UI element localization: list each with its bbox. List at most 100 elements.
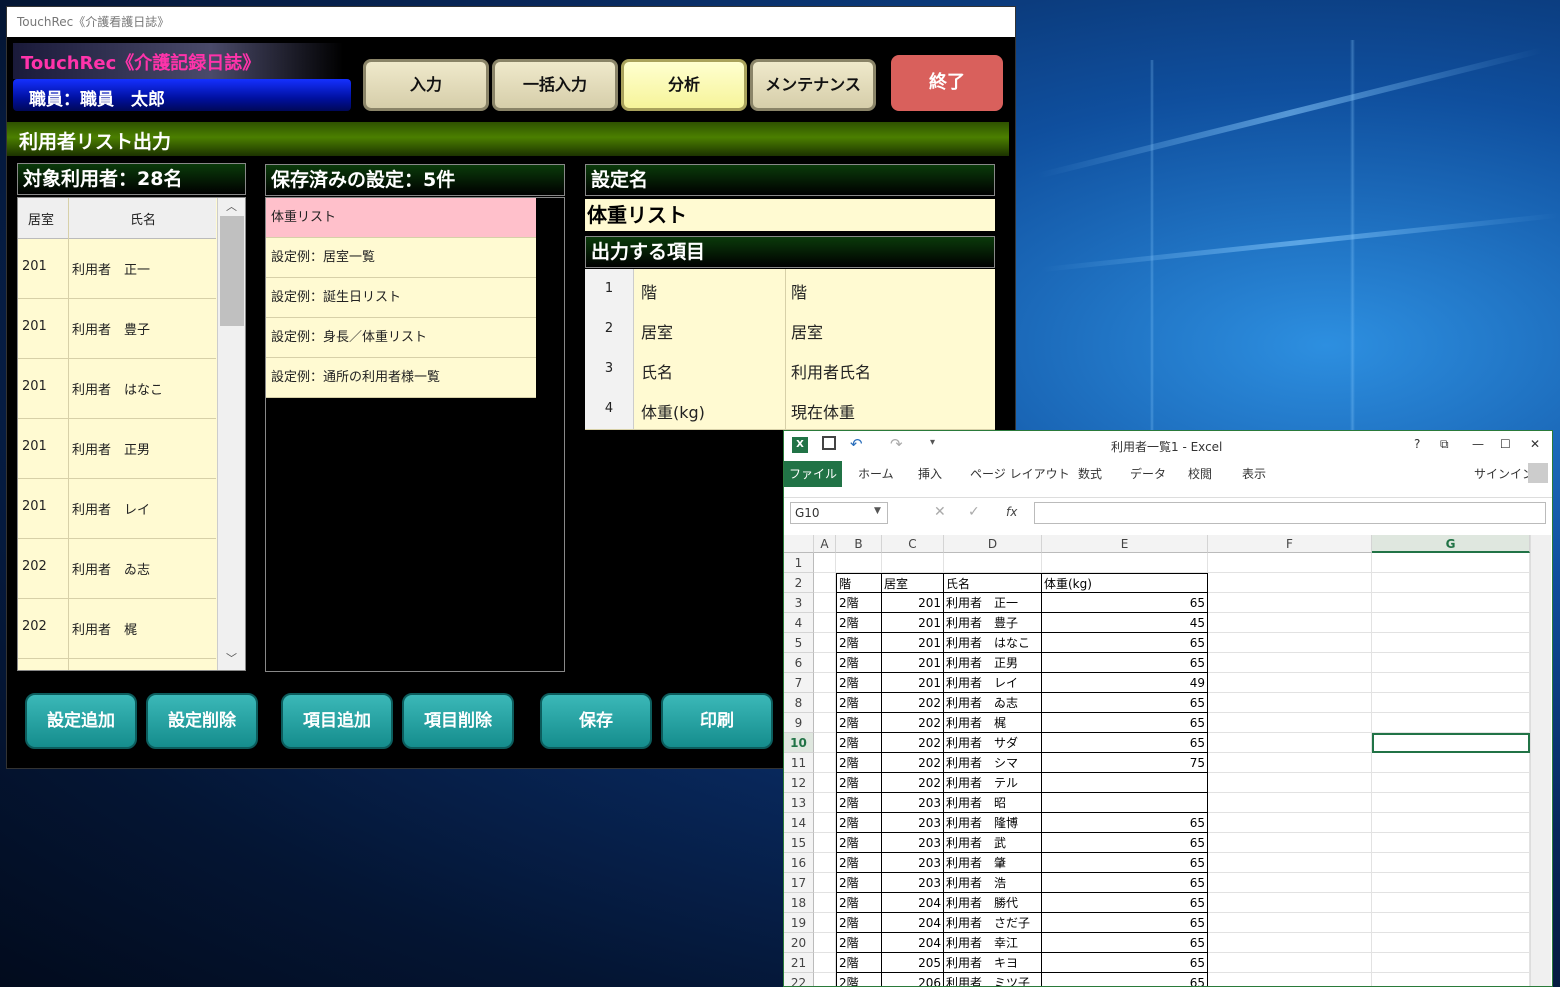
grid-cell[interactable] bbox=[814, 613, 836, 633]
grid-cell[interactable]: 利用者 ミツ子 bbox=[944, 973, 1042, 986]
grid-cell[interactable] bbox=[1372, 913, 1530, 933]
grid-cell[interactable] bbox=[1372, 653, 1530, 673]
grid-cell[interactable]: 2階 bbox=[836, 653, 882, 673]
setting-name-field[interactable]: 体重リスト bbox=[585, 199, 995, 231]
grid-cell[interactable]: 利用者 梶 bbox=[944, 713, 1042, 733]
grid-cell[interactable] bbox=[1208, 673, 1372, 693]
grid-cell[interactable]: 202 bbox=[882, 753, 944, 773]
enter-formula-icon[interactable]: ✓ bbox=[968, 504, 980, 520]
grid-cell[interactable]: 2階 bbox=[836, 893, 882, 913]
delete-item-button[interactable]: 項目削除 bbox=[402, 693, 514, 749]
grid-cell[interactable] bbox=[1372, 633, 1530, 653]
residents-scrollbar[interactable]: ︿ ﹀ bbox=[217, 198, 245, 670]
resident-row[interactable]: 201 利用者 はなこ bbox=[18, 358, 216, 419]
grid-cell[interactable] bbox=[1208, 693, 1372, 713]
grid-cell[interactable] bbox=[1208, 713, 1372, 733]
grid-cell[interactable]: 201 bbox=[882, 633, 944, 653]
customize-qat-icon[interactable]: ▾ bbox=[930, 437, 935, 448]
grid-cell[interactable] bbox=[1042, 553, 1208, 573]
grid-cell[interactable]: 65 bbox=[1042, 633, 1208, 653]
grid-cell[interactable] bbox=[814, 953, 836, 973]
row-header[interactable]: 8 bbox=[784, 693, 814, 713]
insert-function-icon[interactable]: fx bbox=[1006, 505, 1017, 519]
grid-cell[interactable]: 2階 bbox=[836, 633, 882, 653]
saved-setting-item[interactable]: 体重リスト bbox=[266, 198, 536, 238]
grid-cell[interactable] bbox=[1208, 553, 1372, 573]
signin-link[interactable]: サインイン bbox=[1474, 465, 1534, 482]
grid-cell[interactable]: 65 bbox=[1042, 593, 1208, 613]
grid-cell[interactable] bbox=[814, 553, 836, 573]
grid-cell[interactable]: 利用者 勝代 bbox=[944, 893, 1042, 913]
grid-cell[interactable]: 2階 bbox=[836, 613, 882, 633]
grid-cell[interactable]: 201 bbox=[882, 673, 944, 693]
grid-cell[interactable] bbox=[1372, 733, 1530, 753]
grid-cell[interactable]: 65 bbox=[1042, 853, 1208, 873]
grid-cell[interactable] bbox=[1372, 953, 1530, 973]
grid-cell[interactable] bbox=[1372, 893, 1530, 913]
grid-cell[interactable] bbox=[814, 773, 836, 793]
grid-cell[interactable]: 75 bbox=[1042, 753, 1208, 773]
column-header-e[interactable]: E bbox=[1042, 535, 1208, 553]
row-header[interactable]: 14 bbox=[784, 813, 814, 833]
column-header-g[interactable]: G bbox=[1372, 535, 1530, 553]
grid-cell[interactable] bbox=[1372, 853, 1530, 873]
grid-cell[interactable] bbox=[1372, 973, 1530, 986]
redo-icon[interactable]: ↷ bbox=[890, 435, 903, 453]
column-header-d[interactable]: D bbox=[944, 535, 1042, 553]
row-header[interactable]: 11 bbox=[784, 753, 814, 773]
vertical-scrollbar[interactable] bbox=[1530, 535, 1551, 986]
grid-cell[interactable]: 202 bbox=[882, 693, 944, 713]
grid-cell[interactable] bbox=[814, 733, 836, 753]
grid-cell[interactable]: 利用者 浩 bbox=[944, 873, 1042, 893]
spreadsheet-grid[interactable]: A B C D E F G 1 2 階居室 氏名 体重(kg) 3 2階 201 利用者 正一 6… bbox=[784, 535, 1552, 986]
column-header-a[interactable]: A bbox=[814, 535, 836, 553]
grid-cell[interactable] bbox=[814, 913, 836, 933]
grid-cell[interactable]: 203 bbox=[882, 813, 944, 833]
grid-cell[interactable]: 2階 bbox=[836, 953, 882, 973]
grid-cell[interactable] bbox=[1372, 593, 1530, 613]
grid-cell[interactable] bbox=[1208, 753, 1372, 773]
add-item-button[interactable]: 項目追加 bbox=[281, 693, 393, 749]
grid-cell[interactable]: 65 bbox=[1042, 813, 1208, 833]
grid-cell[interactable]: 65 bbox=[1042, 733, 1208, 753]
grid-cell[interactable]: 利用者 肇 bbox=[944, 853, 1042, 873]
grid-cell[interactable] bbox=[814, 713, 836, 733]
tab-view[interactable]: 表示 bbox=[1242, 465, 1266, 482]
grid-cell[interactable] bbox=[1208, 593, 1372, 613]
grid-cell[interactable]: 利用者 さだ子 bbox=[944, 913, 1042, 933]
row-header[interactable]: 5 bbox=[784, 633, 814, 653]
namebox-dropdown-icon[interactable]: ▼ bbox=[874, 506, 881, 516]
grid-cell[interactable]: 202 bbox=[882, 773, 944, 793]
grid-cell[interactable] bbox=[1372, 553, 1530, 573]
close-icon[interactable]: ✕ bbox=[1530, 437, 1540, 451]
grid-cell[interactable] bbox=[1208, 953, 1372, 973]
grid-cell[interactable]: 2階 bbox=[836, 773, 882, 793]
grid-cell[interactable] bbox=[814, 633, 836, 653]
grid-cell[interactable] bbox=[1208, 893, 1372, 913]
saved-setting-item[interactable]: 設定例：誕生日リスト bbox=[266, 278, 536, 318]
grid-cell[interactable]: 201 bbox=[882, 613, 944, 633]
grid-cell[interactable] bbox=[1372, 933, 1530, 953]
grid-cell[interactable] bbox=[1208, 573, 1372, 593]
grid-cell[interactable]: 204 bbox=[882, 913, 944, 933]
add-setting-button[interactable]: 設定追加 bbox=[25, 693, 137, 749]
row-header[interactable]: 1 bbox=[784, 553, 814, 573]
grid-cell[interactable]: 利用者 正男 bbox=[944, 653, 1042, 673]
grid-cell[interactable]: 階 bbox=[836, 573, 882, 593]
grid-cell[interactable]: 202 bbox=[882, 733, 944, 753]
grid-cell[interactable]: 65 bbox=[1042, 873, 1208, 893]
saved-setting-item[interactable]: 設定例：通所の利用者様一覧 bbox=[266, 358, 536, 398]
grid-cell[interactable] bbox=[1372, 833, 1530, 853]
grid-cell[interactable]: 65 bbox=[1042, 953, 1208, 973]
grid-cell[interactable]: 65 bbox=[1042, 653, 1208, 673]
row-header[interactable]: 18 bbox=[784, 893, 814, 913]
grid-cell[interactable]: 203 bbox=[882, 853, 944, 873]
row-header[interactable]: 2 bbox=[784, 573, 814, 593]
grid-cell[interactable] bbox=[814, 673, 836, 693]
grid-cell[interactable]: 2階 bbox=[836, 913, 882, 933]
grid-cell[interactable]: 206 bbox=[882, 973, 944, 986]
row-header[interactable]: 22 bbox=[784, 973, 814, 986]
row-header[interactable]: 17 bbox=[784, 873, 814, 893]
row-header[interactable]: 16 bbox=[784, 853, 814, 873]
nav-analysis-button[interactable]: 分析 bbox=[621, 59, 747, 111]
